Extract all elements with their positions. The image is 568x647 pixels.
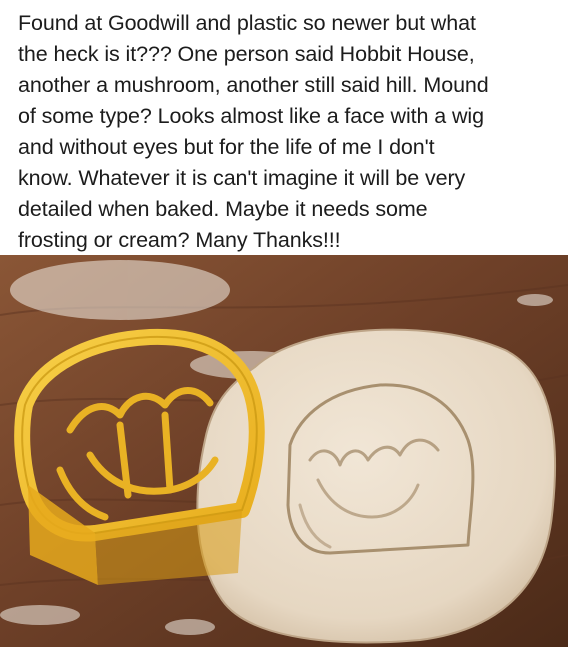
photo	[0, 255, 568, 647]
post-text: Found at Goodwill and plastic so newer b…	[18, 11, 489, 252]
